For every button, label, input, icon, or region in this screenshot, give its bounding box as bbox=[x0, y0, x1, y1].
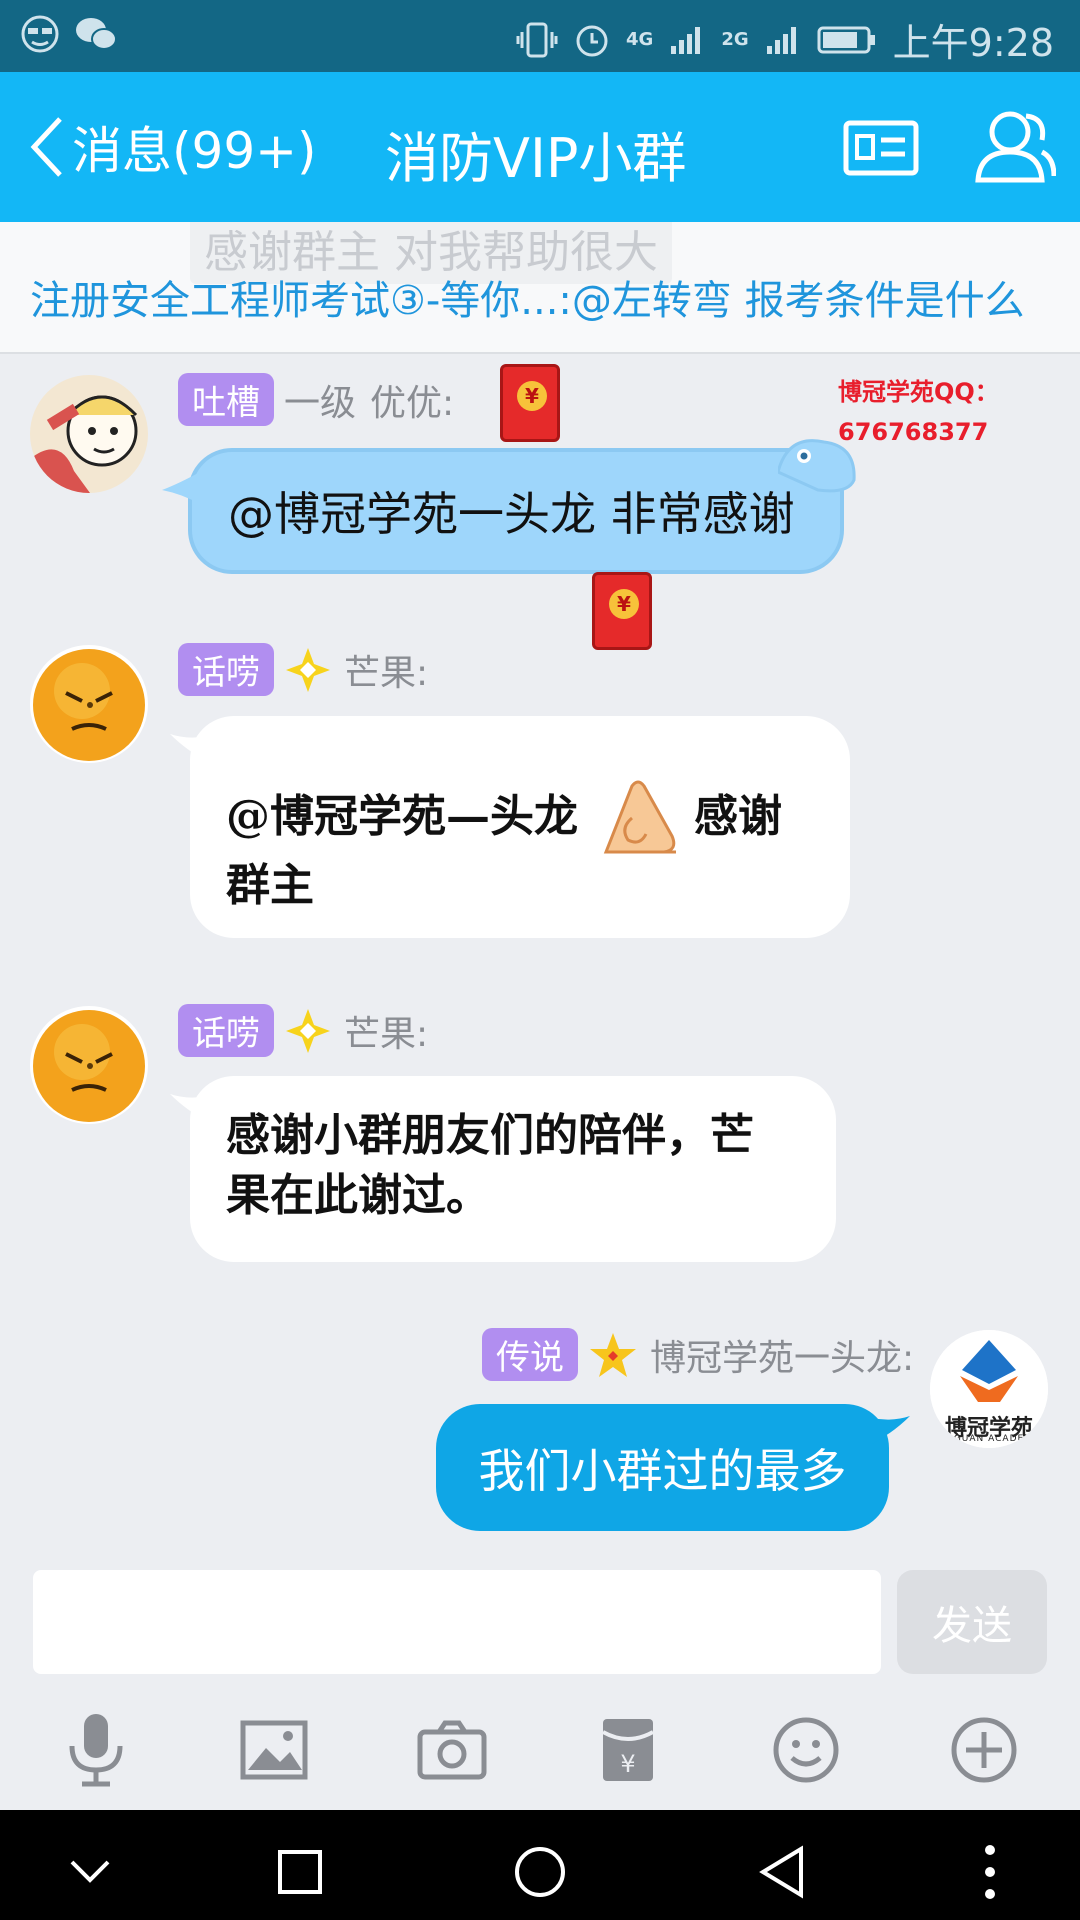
emoji-icon bbox=[773, 1717, 839, 1783]
network-2-label: 2G bbox=[721, 29, 749, 50]
signal-icon bbox=[671, 26, 701, 54]
diamond-star-icon bbox=[286, 647, 330, 692]
chevron-down-icon bbox=[70, 1860, 110, 1883]
status-bar: 4G 2G 上午9:28 bbox=[0, 0, 1080, 72]
member-title-badge: 传说 bbox=[482, 1328, 578, 1381]
red-packet-icon: ¥ bbox=[602, 1719, 654, 1781]
page-title: 消防VIP小群 bbox=[385, 127, 687, 190]
message-text-line1: 感谢小群朋友们的陪伴，芒 bbox=[226, 1110, 754, 1161]
bubble-tail bbox=[872, 1416, 910, 1444]
notice-text: 注册安全工程师考试③-等你...:@左转弯 报考条件是什么 bbox=[30, 278, 1025, 324]
back-label: 消息(99+) bbox=[72, 122, 317, 180]
watermark-line1: 博冠学苑QQ： bbox=[838, 378, 999, 406]
red-packet-button[interactable]: ¥ bbox=[590, 1712, 666, 1788]
composer-toolbar: ¥ bbox=[0, 1680, 1080, 1810]
back-button[interactable]: 消息(99+) bbox=[28, 112, 317, 182]
message-meta: 吐槽 一级 优优: bbox=[178, 373, 454, 426]
watermark-line2: 676768377 bbox=[838, 418, 989, 446]
composer: 发送 bbox=[0, 1554, 1080, 1680]
sender-name: 芒果: bbox=[344, 1013, 429, 1055]
avatar-boguan[interactable]: 博冠学苑 GUAN ACADE bbox=[930, 1330, 1048, 1448]
member-title-badge: 话唠 bbox=[178, 1004, 274, 1057]
fist-salute-emoji-icon bbox=[603, 780, 676, 854]
microphone-icon bbox=[69, 1714, 123, 1787]
chevron-left-icon bbox=[30, 117, 62, 177]
battery-icon bbox=[817, 26, 875, 53]
status-time: 上午9:28 bbox=[892, 21, 1054, 65]
circle-icon bbox=[515, 1847, 565, 1897]
network-1-label: 4G bbox=[626, 29, 654, 50]
red-packet-icon: ¥ bbox=[592, 572, 652, 650]
qq-watermark: 博冠学苑QQ： 676768377 bbox=[838, 372, 999, 452]
message-meta: 传说 博冠学苑一头龙: bbox=[482, 1328, 914, 1381]
signal-2-icon bbox=[766, 26, 796, 54]
sender-name: 博冠学苑一头龙: bbox=[650, 1337, 915, 1379]
member-rank: 一级 bbox=[284, 382, 357, 424]
sender-name: 芒果: bbox=[344, 652, 429, 694]
nav-menu-button[interactable] bbox=[960, 1842, 1020, 1902]
member-title-badge: 话唠 bbox=[178, 643, 274, 696]
star-icon bbox=[590, 1332, 636, 1377]
diamond-star-icon bbox=[286, 1008, 330, 1053]
id-card-icon bbox=[843, 120, 919, 176]
emoji-button[interactable] bbox=[768, 1712, 844, 1788]
more-vertical-icon bbox=[985, 1845, 995, 1899]
nav-recents-button[interactable] bbox=[270, 1842, 330, 1902]
nav-collapse-button[interactable] bbox=[60, 1842, 120, 1902]
nav-home-button[interactable] bbox=[510, 1842, 570, 1902]
message-text-line2: 群主 bbox=[226, 860, 314, 911]
image-icon bbox=[240, 1720, 308, 1780]
voice-button[interactable] bbox=[58, 1712, 134, 1788]
sender-name: 优优: bbox=[370, 382, 455, 424]
message-meta: 话唠 芒果: bbox=[178, 1004, 428, 1057]
message-meta: 话唠 芒果: bbox=[178, 643, 428, 696]
camera-button[interactable] bbox=[414, 1712, 490, 1788]
wechat-icon bbox=[76, 18, 117, 50]
incognito-icon bbox=[21, 15, 59, 53]
plus-icon bbox=[951, 1717, 1017, 1783]
red-packet-icon: ¥ bbox=[500, 364, 560, 442]
image-button[interactable] bbox=[236, 1712, 312, 1788]
camera-icon bbox=[417, 1720, 487, 1780]
square-icon bbox=[278, 1850, 322, 1894]
avatar-mango[interactable] bbox=[30, 645, 148, 763]
triangle-back-icon bbox=[759, 1845, 803, 1899]
logo-sub: GUAN ACADE bbox=[953, 1434, 1025, 1444]
message-bubble[interactable]: @博冠学苑一头龙 非常感谢 bbox=[188, 448, 844, 574]
members-button[interactable] bbox=[972, 106, 1057, 190]
message-input[interactable] bbox=[33, 1570, 881, 1674]
message-text-line1: @博冠学苑—头龙 感谢 bbox=[226, 778, 814, 856]
message-text-line2: 果在此谢过。 bbox=[226, 1170, 490, 1221]
member-title-badge: 吐槽 bbox=[178, 373, 274, 426]
message-bubble[interactable]: 感谢小群朋友们的陪伴，芒 果在此谢过。 bbox=[190, 1076, 836, 1262]
alarm-icon bbox=[576, 25, 608, 56]
system-nav-bar bbox=[0, 1810, 1080, 1920]
more-button[interactable] bbox=[946, 1712, 1022, 1788]
message-text: @博冠学苑一头龙 非常感谢 bbox=[228, 487, 795, 541]
message-bubble-own[interactable]: 我们小群过的最多 bbox=[436, 1404, 889, 1531]
title-bar: 消息(99+) 消防VIP小群 bbox=[0, 72, 1080, 222]
message-bubble[interactable]: @博冠学苑—头龙 感谢 群主 bbox=[190, 716, 850, 938]
bubble-tail bbox=[162, 472, 200, 504]
send-button[interactable]: 发送 bbox=[897, 1570, 1047, 1674]
svg-text:¥: ¥ bbox=[620, 1750, 635, 1778]
vibrate-icon bbox=[516, 22, 558, 57]
message-text: 我们小群过的最多 bbox=[478, 1443, 847, 1498]
notice-bar[interactable]: 感谢群主 对我帮助很大 注册安全工程师考试③-等你...:@左转弯 报考条件是什… bbox=[0, 222, 1080, 354]
avatar-mango[interactable] bbox=[30, 1006, 148, 1124]
people-icon bbox=[975, 111, 1057, 183]
nav-back-button[interactable] bbox=[752, 1842, 812, 1902]
group-card-button[interactable] bbox=[843, 120, 919, 180]
avatar-youyou[interactable] bbox=[30, 375, 148, 493]
